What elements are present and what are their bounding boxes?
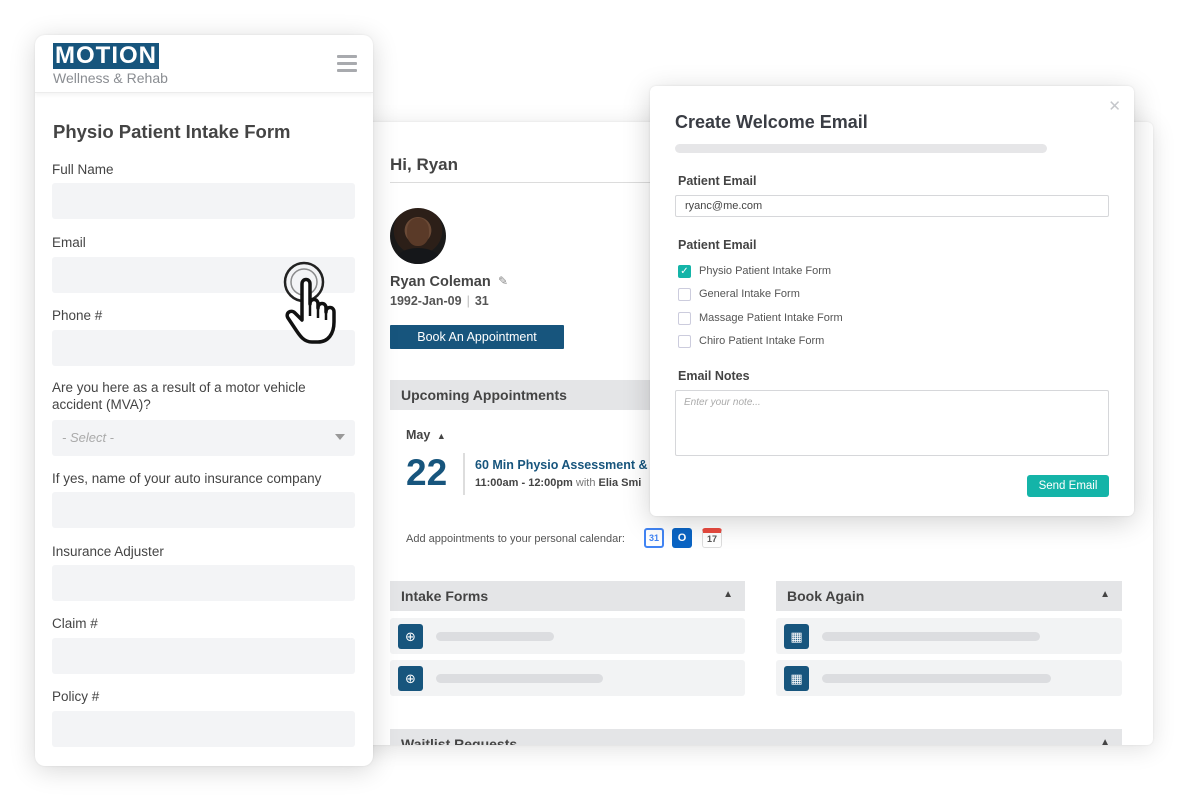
- apple-calendar-icon[interactable]: 17: [702, 528, 722, 548]
- intake-forms-title: Intake Forms: [401, 588, 489, 604]
- appointment-time: 11:00am - 12:00pm with Elia Smi: [475, 477, 641, 489]
- calendar-icon: ▦: [784, 666, 809, 691]
- upcoming-appointments-title: Upcoming Appointments: [401, 387, 567, 403]
- policy-label: Policy #: [52, 689, 100, 704]
- calendar-prompt: Add appointments to your personal calend…: [406, 533, 625, 545]
- intake-form-row[interactable]: ⊕: [390, 618, 745, 654]
- claim-label: Claim #: [52, 616, 98, 631]
- form-option-label: General Intake Form: [699, 288, 800, 300]
- email-label: Email: [52, 235, 86, 250]
- appointment-day: 22: [406, 452, 448, 493]
- intake-forms-header[interactable]: Intake Forms ▲: [390, 581, 745, 611]
- pointer-hand-icon: [283, 261, 336, 344]
- caret-up-icon: ▲: [436, 431, 446, 441]
- modal-title: Create Welcome Email: [675, 112, 868, 132]
- claim-input[interactable]: [52, 638, 355, 674]
- email-notes-label: Email Notes: [678, 369, 750, 383]
- appointment-with: with: [575, 477, 596, 489]
- dob-value: 1992-Jan-09: [390, 294, 462, 308]
- mva-select[interactable]: - Select -: [52, 420, 355, 456]
- age-value: 31: [474, 294, 489, 308]
- progress-bar: [675, 144, 1047, 153]
- patient-email-label: Patient Email: [678, 174, 757, 188]
- waitlist-requests-header[interactable]: Waitlist Requests ▲: [390, 729, 1122, 745]
- form-title: Physio Patient Intake Form: [53, 121, 291, 142]
- intake-form-row[interactable]: ⊕: [390, 660, 745, 696]
- appointment-title[interactable]: 60 Min Physio Assessment &: [475, 458, 648, 472]
- logo-subtitle: Wellness & Rehab: [53, 70, 168, 86]
- patient-name: Ryan Coleman: [390, 274, 491, 290]
- clipboard-medical-icon: ⊕: [398, 624, 423, 649]
- book-again-title: Book Again: [787, 588, 865, 604]
- day-divider: [463, 453, 465, 495]
- mobile-header: MOTION Wellness & Rehab: [35, 35, 373, 93]
- form-option-label: Physio Patient Intake Form: [699, 265, 832, 277]
- policy-input[interactable]: [52, 711, 355, 747]
- patient-email-input[interactable]: [675, 195, 1109, 217]
- greeting: Hi, Ryan: [390, 155, 459, 174]
- close-icon[interactable]: ✕: [1108, 97, 1121, 115]
- insurance-company-label: If yes, name of your auto insurance comp…: [52, 471, 322, 486]
- welcome-email-modal: Create Welcome Email ✕ Patient Email Pat…: [650, 86, 1134, 516]
- clipboard-medical-icon: ⊕: [398, 666, 423, 691]
- mobile-intake-form: MOTION Wellness & Rehab Physio Patient I…: [35, 35, 373, 766]
- form-option-label: Chiro Patient Intake Form: [699, 335, 825, 347]
- hamburger-menu-icon[interactable]: [337, 55, 357, 76]
- book-appointment-button[interactable]: Book An Appointment: [390, 325, 564, 349]
- full-name-label: Full Name: [52, 162, 114, 177]
- appointment-time-value: 11:00am - 12:00pm: [475, 477, 573, 489]
- google-calendar-icon[interactable]: 31: [644, 528, 664, 548]
- full-name-input[interactable]: [52, 183, 355, 219]
- avatar: [390, 208, 446, 264]
- mva-select-value: - Select -: [62, 430, 115, 445]
- edit-pencil-icon[interactable]: ✎: [498, 274, 508, 288]
- forms-label: Patient Email: [678, 238, 757, 252]
- appointment-practitioner: Elia Smi: [598, 477, 642, 489]
- checkbox[interactable]: [678, 335, 691, 348]
- checkbox[interactable]: [678, 288, 691, 301]
- email-notes-textarea[interactable]: [675, 390, 1109, 456]
- placeholder-bar: [822, 674, 1051, 683]
- book-again-row[interactable]: ▦: [776, 660, 1122, 696]
- placeholder-bar: [822, 632, 1040, 641]
- patient-dob: 1992-Jan-09 | 31: [390, 294, 489, 308]
- month-label: May: [406, 428, 431, 442]
- outlook-icon[interactable]: O: [672, 528, 692, 548]
- collapse-caret-icon: ▲: [1100, 737, 1110, 745]
- month-toggle[interactable]: May ▲: [406, 428, 446, 442]
- checkbox[interactable]: [678, 312, 691, 325]
- chevron-down-icon: [335, 434, 345, 440]
- book-again-header[interactable]: Book Again ▲: [776, 581, 1122, 611]
- send-email-button[interactable]: Send Email: [1027, 475, 1109, 497]
- placeholder-bar: [436, 632, 554, 641]
- collapse-caret-icon: ▲: [1100, 589, 1110, 600]
- insurance-company-input[interactable]: [52, 492, 355, 528]
- form-option-label: Massage Patient Intake Form: [699, 312, 843, 324]
- checkbox-checked-icon[interactable]: ✓: [678, 265, 691, 278]
- adjuster-input[interactable]: [52, 565, 355, 601]
- collapse-caret-icon: ▲: [723, 589, 733, 600]
- adjuster-label: Insurance Adjuster: [52, 544, 164, 559]
- waitlist-requests-title: Waitlist Requests: [401, 736, 518, 745]
- calendar-icon: ▦: [784, 624, 809, 649]
- book-again-row[interactable]: ▦: [776, 618, 1122, 654]
- placeholder-bar: [436, 674, 603, 683]
- logo[interactable]: MOTION: [53, 43, 159, 69]
- mva-label: Are you here as a result of a motor vehi…: [52, 380, 306, 412]
- greeting-divider: [390, 182, 690, 183]
